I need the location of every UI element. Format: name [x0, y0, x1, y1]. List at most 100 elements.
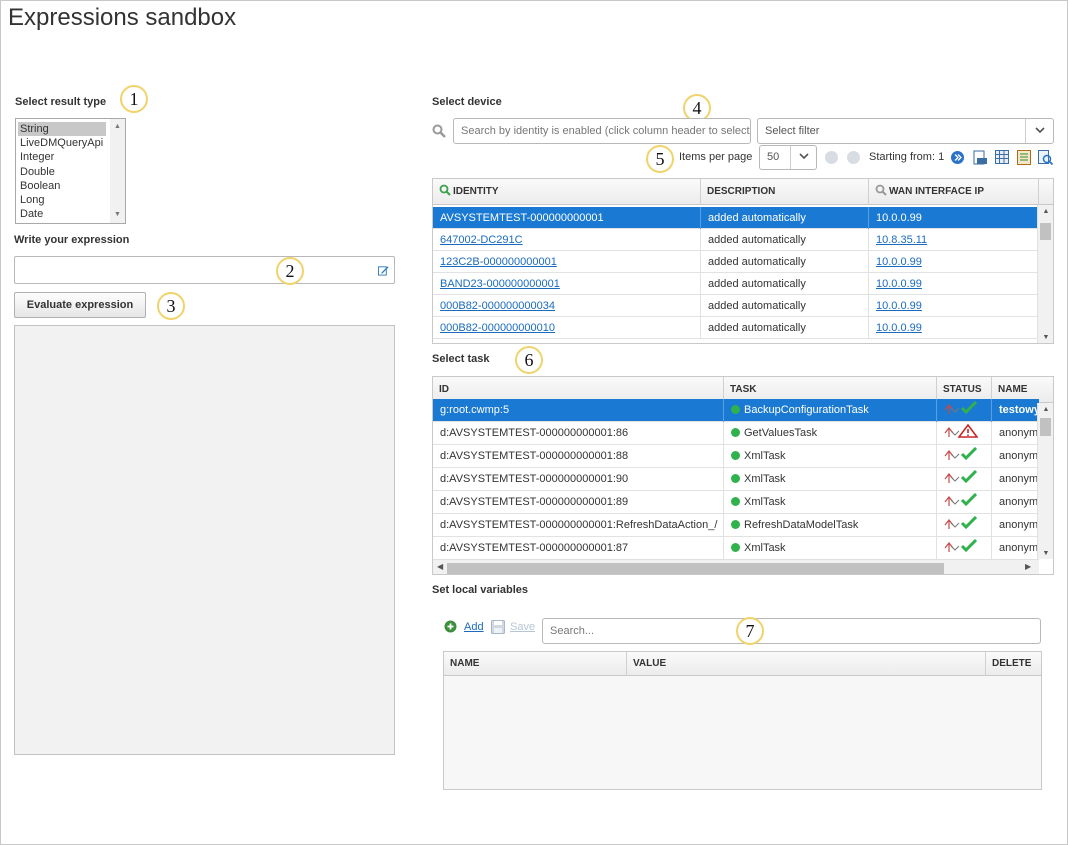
task-text: d:AVSYSTEMTEST-000000000001:87 — [440, 542, 629, 554]
device-link[interactable]: 10.0.0.99 — [876, 322, 922, 334]
column-header-delete[interactable]: DELETE — [986, 652, 1041, 676]
task-row[interactable]: d:AVSYSTEMTEST-000000000001:89 XmlTask ano… — [433, 491, 1039, 514]
chevron-down-icon[interactable] — [790, 146, 816, 169]
device-link[interactable]: 000B82-000000000034 — [440, 300, 555, 312]
device-link[interactable]: 10.8.35.11 — [876, 234, 927, 246]
task-cell-id: d:AVSYSTEMTEST-000000000001:RefreshDataA… — [433, 514, 724, 537]
device-cell-identity: BAND23-000000000001 — [433, 273, 701, 295]
column-header-wan-ip[interactable]: WAN INTERFACE IP — [869, 179, 1039, 205]
device-text: added automatically — [708, 212, 806, 224]
task-row[interactable]: d:AVSYSTEMTEST-000000000001:90 XmlTask ano… — [433, 468, 1039, 491]
export-csv-icon[interactable] — [973, 150, 988, 165]
next-page-icon[interactable] — [951, 151, 964, 164]
task-row[interactable]: g:root.cwmp:5 BackupConfigurationTask test… — [433, 399, 1039, 422]
device-row[interactable]: AVSYSTEMTEST-000000000001 added automatic… — [433, 207, 1039, 229]
scroll-up-icon[interactable]: ▲ — [110, 121, 125, 133]
scroll-down-icon[interactable]: ▼ — [1038, 334, 1053, 341]
task-cell-id: d:AVSYSTEMTEST-000000000001:90 — [433, 468, 724, 491]
column-header-name[interactable]: NAME — [444, 652, 627, 676]
task-cell-name: anonym — [992, 468, 1039, 491]
column-header-identity[interactable]: IDENTITY — [433, 179, 701, 205]
task-text: XmlTask — [744, 473, 786, 485]
device-link[interactable]: 10.0.0.99 — [876, 256, 922, 268]
result-type-listbox[interactable]: String LiveDMQueryApi Integer Double Boo… — [15, 118, 126, 224]
device-link[interactable]: 000B82-000000000010 — [440, 322, 555, 334]
device-cell-ip: 10.0.0.99 — [869, 317, 1039, 339]
device-cell-description: added automatically — [701, 207, 869, 229]
task-grid-scrollbar[interactable]: ▲ ▼ — [1037, 403, 1053, 559]
result-type-option[interactable]: LiveDMQueryApi — [16, 136, 112, 150]
scroll-up-icon[interactable]: ▲ — [1038, 406, 1053, 413]
task-row[interactable]: d:AVSYSTEMTEST-000000000001:RefreshDataA… — [433, 514, 1039, 537]
column-header-value[interactable]: VALUE — [627, 652, 986, 676]
add-icon[interactable] — [444, 620, 457, 633]
task-cell-id: g:root.cwmp:5 — [433, 399, 724, 422]
save-variables-link[interactable]: Save — [510, 621, 535, 633]
device-grid-scrollbar[interactable]: ▲ ▼ — [1037, 205, 1053, 343]
device-link[interactable]: 10.0.0.99 — [876, 278, 922, 290]
expression-input[interactable] — [14, 256, 395, 284]
result-type-option[interactable]: Double — [16, 165, 112, 179]
chevron-down-icon[interactable] — [1025, 119, 1053, 143]
result-type-option[interactable]: Integer — [16, 150, 112, 164]
export-xls-icon[interactable] — [1017, 150, 1031, 165]
evaluate-expression-button[interactable]: Evaluate expression — [14, 292, 146, 318]
scroll-down-icon[interactable]: ▼ — [1038, 550, 1053, 557]
device-filter-select[interactable]: Select filter — [757, 118, 1054, 144]
task-text: BackupConfigurationTask — [744, 404, 869, 416]
device-row[interactable]: 647002-DC291C added automatically 10.8.35.… — [433, 229, 1039, 251]
device-row[interactable]: 000B82-000000000034 added automatically 10… — [433, 295, 1039, 317]
device-link[interactable]: 647002-DC291C — [440, 234, 523, 246]
task-text: d:AVSYSTEMTEST-000000000001:89 — [440, 496, 629, 508]
device-cell-description: added automatically — [701, 317, 869, 339]
result-output-area[interactable] — [14, 325, 395, 755]
device-row[interactable]: 000B82-000000000010 added automatically 10… — [433, 317, 1039, 339]
preview-icon[interactable] — [1038, 150, 1053, 165]
task-text: d:AVSYSTEMTEST-000000000001:90 — [440, 473, 629, 485]
device-search-input[interactable]: Search by identity is enabled (click col… — [453, 118, 751, 144]
scroll-thumb[interactable] — [1040, 418, 1051, 436]
export-table-icon[interactable] — [995, 150, 1009, 164]
expression-label: Write your expression — [14, 234, 130, 246]
scroll-thumb[interactable] — [447, 563, 944, 574]
task-text: GetValuesTask — [744, 427, 818, 439]
device-cell-identity: 123C2B-000000000001 — [433, 251, 701, 273]
scroll-down-icon[interactable]: ▼ — [110, 209, 125, 221]
scroll-right-icon[interactable]: ▶ — [1025, 562, 1031, 571]
device-link[interactable]: 123C2B-000000000001 — [440, 256, 557, 268]
device-link[interactable]: 10.0.0.99 — [876, 300, 922, 312]
device-text: added automatically — [708, 234, 806, 246]
result-type-option[interactable]: Date — [16, 207, 112, 221]
listbox-scrollbar[interactable]: ▲ ▼ — [110, 119, 125, 223]
scroll-left-icon[interactable]: ◀ — [437, 562, 443, 571]
result-type-option[interactable]: String — [18, 122, 106, 137]
task-text: anonym — [999, 427, 1039, 439]
task-text: XmlTask — [744, 450, 786, 462]
task-row[interactable]: d:AVSYSTEMTEST-000000000001:88 XmlTask ano… — [433, 445, 1039, 468]
save-icon[interactable] — [491, 620, 505, 634]
scroll-thumb[interactable] — [1040, 223, 1051, 240]
column-header-description[interactable]: DESCRIPTION — [701, 179, 869, 205]
device-row[interactable]: 123C2B-000000000001 added automatically 10… — [433, 251, 1039, 273]
task-text: d:AVSYSTEMTEST-000000000001:RefreshDataA… — [440, 519, 718, 531]
first-page-icon[interactable] — [825, 151, 838, 164]
add-variable-link[interactable]: Add — [464, 621, 484, 633]
callout-3: 3 — [157, 292, 185, 320]
device-grid-header: IDENTITY DESCRIPTION WAN INTERFACE IP — [433, 179, 1053, 205]
device-text: added automatically — [708, 322, 806, 334]
task-row[interactable]: d:AVSYSTEMTEST-000000000001:87 XmlTask ano… — [433, 537, 1039, 560]
task-cell-name: anonym — [992, 491, 1039, 514]
task-cell-task: RefreshDataModelTask — [724, 514, 937, 537]
task-grid-hscrollbar[interactable]: ◀ ▶ — [433, 559, 1039, 574]
scroll-up-icon[interactable]: ▲ — [1038, 208, 1053, 215]
prev-page-icon[interactable] — [847, 151, 860, 164]
items-per-page-select[interactable]: 50 — [759, 145, 817, 170]
result-type-option[interactable]: Long — [16, 193, 112, 207]
device-link[interactable]: BAND23-000000000001 — [440, 278, 560, 290]
variables-search-input[interactable]: Search... — [542, 618, 1041, 644]
task-row[interactable]: d:AVSYSTEMTEST-000000000001:86 GetValuesT… — [433, 422, 1039, 445]
edit-icon[interactable] — [378, 265, 389, 276]
result-type-option[interactable]: Boolean — [16, 179, 112, 193]
device-row[interactable]: BAND23-000000000001 added automatically 10… — [433, 273, 1039, 295]
device-grid: IDENTITY DESCRIPTION WAN INTERFACE IP AV… — [432, 178, 1054, 344]
